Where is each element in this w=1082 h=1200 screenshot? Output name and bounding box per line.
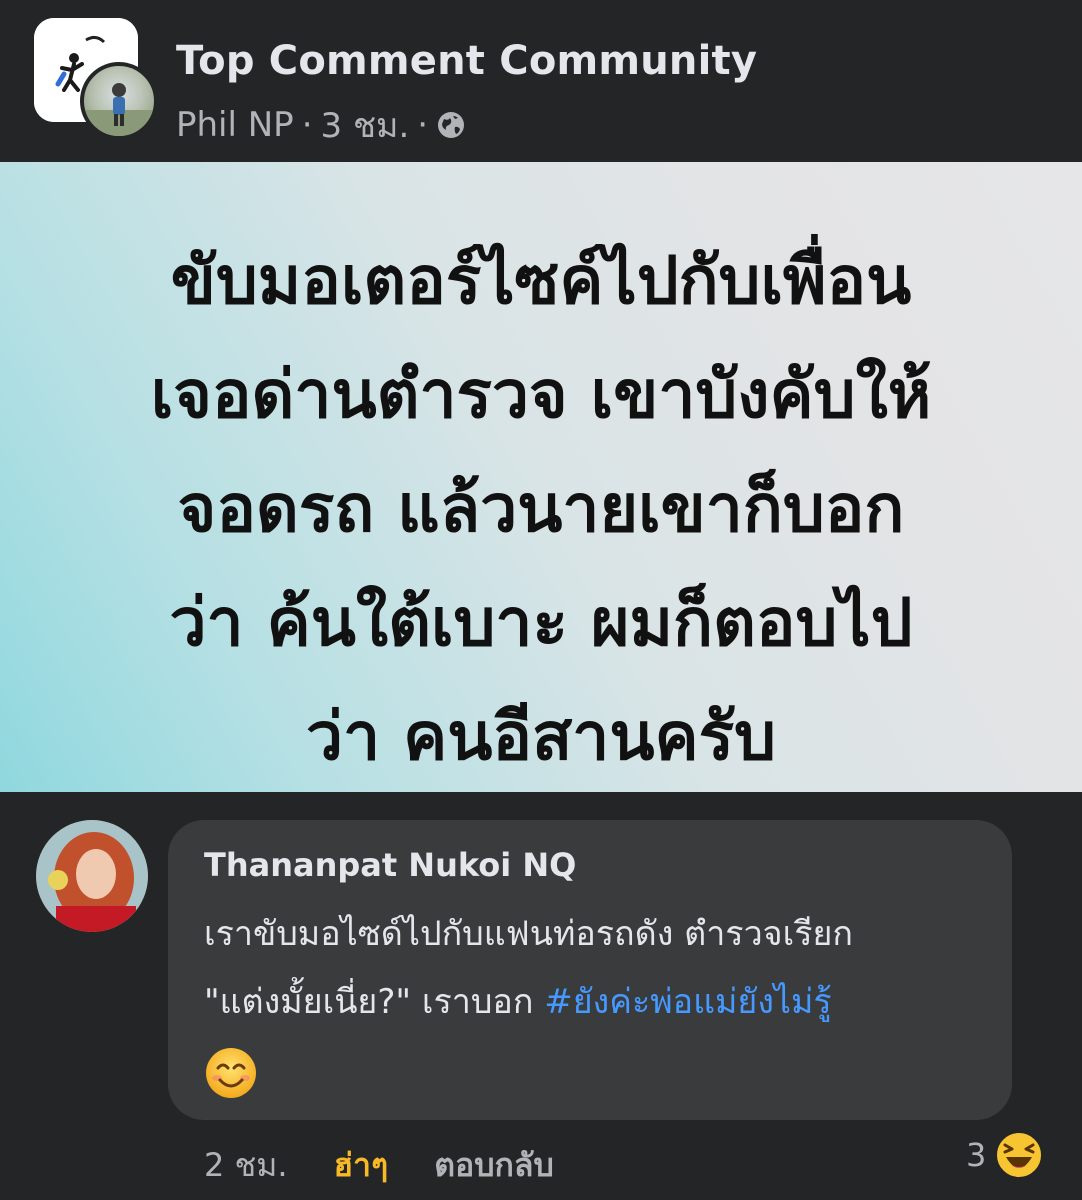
group-name[interactable]: Top Comment Community — [176, 38, 757, 84]
globe-icon — [438, 112, 465, 138]
comment-text: "แต่งมั้ยเนี่ย?" เราบอก — [204, 982, 545, 1022]
laughing-emoji-icon — [995, 1131, 1044, 1179]
hashtag-link[interactable]: #ยังค่ะพ่อแม่ยังไม่รู้ — [544, 982, 831, 1022]
smiling-face-icon — [206, 1048, 256, 1098]
post-text-line: ขับมอเตอร์ไซค์ไปกับเพื่อน — [170, 242, 912, 319]
post-text-line: จอดรถ แล้วนายเขาก็บอก — [177, 470, 905, 547]
post-text-line: เจอด่านตำรวจ เขาบังคับให้ — [150, 356, 932, 433]
comment-time[interactable]: 2 ชม. — [204, 1140, 288, 1191]
author-avatar[interactable] — [80, 62, 158, 140]
author-name[interactable]: Phil NP — [176, 105, 294, 145]
comment-actions: 2 ชม. ฮ่าๆ ตอบกลับ — [204, 1140, 554, 1191]
post-image-text: ขับมอเตอร์ไซค์ไปกับเพื่อน เจอด่านตำรวจ เ… — [0, 224, 1082, 794]
reaction-count: 3 — [966, 1136, 987, 1174]
commenter-avatar[interactable] — [36, 820, 148, 932]
post-time[interactable]: 3 ชม. — [321, 98, 410, 152]
separator: · — [417, 105, 429, 145]
comment-text-line: "แต่งมั้ยเนี่ย?" เราบอก #ยังค่ะพ่อแม่ยัง… — [204, 974, 832, 1028]
post-meta: Phil NP · 3 ชม. · — [176, 98, 466, 152]
post-header: Top Comment Community Phil NP · 3 ชม. · — [0, 0, 1082, 162]
separator: · — [301, 105, 313, 145]
haha-reaction-button[interactable]: ฮ่าๆ — [334, 1140, 389, 1191]
reaction-summary[interactable]: 3 — [966, 1130, 1044, 1180]
comment-bubble: Thananpat Nukoi NQ เราขับมอไซด์ไปกับแฟนท… — [168, 820, 1012, 1120]
post-text-line: ว่า คนอีสานครับ — [306, 698, 776, 775]
post-text-line: ว่า ค้นใต้เบาะ ผมก็ตอบไป — [169, 584, 913, 661]
post-image[interactable]: ขับมอเตอร์ไซค์ไปกับเพื่อน เจอด่านตำรวจ เ… — [0, 162, 1082, 792]
commenter-name[interactable]: Thananpat Nukoi NQ — [204, 846, 576, 884]
comment-text-line: เราขับมอไซด์ไปกับแฟนท่อรถดัง ตำรวจเรียก — [204, 914, 853, 954]
reply-button[interactable]: ตอบกลับ — [434, 1140, 554, 1191]
